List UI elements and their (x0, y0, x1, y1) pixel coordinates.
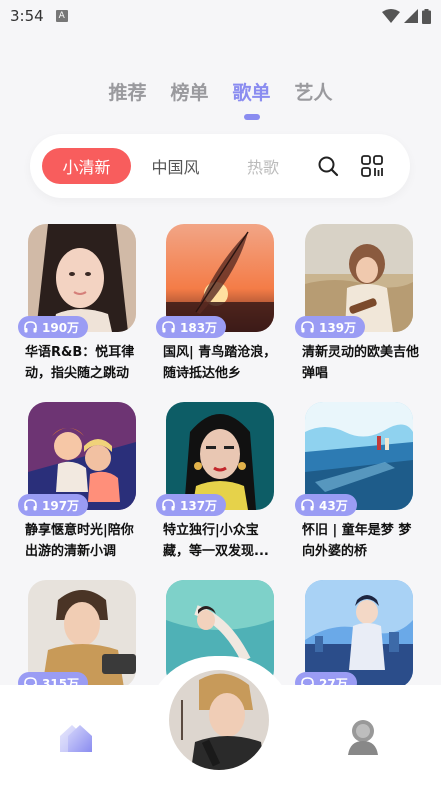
nav-profile-button[interactable] (346, 717, 380, 759)
headphones-icon (301, 321, 314, 333)
battery-icon (422, 8, 431, 24)
category-chinese-style[interactable]: 中国风 (131, 148, 220, 184)
headphones-icon (24, 321, 37, 333)
wifi-icon (382, 9, 400, 23)
profile-icon (348, 720, 378, 755)
headphones-icon (24, 499, 37, 511)
playlist-card[interactable]: 139万 清新灵动的欧美吉他弹唱 (295, 224, 419, 381)
playlist-card[interactable]: 197万 静享惬意时光|陪你出游的清新小调 (18, 402, 136, 559)
active-tab-indicator (243, 114, 260, 120)
play-count-badge: 183万 (156, 316, 227, 338)
tab-recommend[interactable]: 推荐 (108, 78, 146, 105)
play-count-badge: 190万 (18, 316, 89, 338)
status-time: 3:54 (10, 7, 44, 25)
playlist-title: 华语R&B：悦耳律动，指尖随之跳动 (25, 345, 135, 381)
playlist-title: 静享惬意时光|陪你出游的清新小调 (25, 523, 134, 559)
category-hot-songs[interactable]: 热歌 (220, 148, 306, 184)
headphones-icon (162, 499, 175, 511)
nav-home-button[interactable] (58, 722, 94, 758)
qr-scan-icon (361, 155, 383, 177)
headphones-icon (301, 499, 314, 511)
playlist-title: 清新灵动的欧美吉他弹唱 (302, 345, 420, 381)
search-button[interactable] (306, 144, 350, 188)
playlist-card[interactable]: 43万 怀旧 | 童年是梦 梦向外婆的桥 (295, 402, 413, 559)
play-count-badge: 197万 (18, 494, 89, 516)
playlist-card[interactable]: 315万 (18, 580, 136, 694)
top-tabs: 推荐 榜单 歌单 艺人 (0, 78, 441, 120)
play-count-badge: 43万 (295, 494, 357, 516)
category-bar: 小清新 中国风 热歌 (30, 134, 410, 198)
app-notification-icon: A (55, 10, 68, 22)
search-icon (318, 156, 339, 177)
playlist-title: 怀旧 | 童年是梦 梦向外婆的桥 (302, 523, 412, 559)
headphones-icon (162, 321, 175, 333)
play-count-badge: 139万 (295, 316, 366, 338)
now-playing-disc[interactable] (169, 670, 269, 770)
category-fresh[interactable]: 小清新 (42, 148, 131, 184)
playlist-card[interactable]: 183万 国风| 青鸟踏沧浪，随诗抵达他乡 (156, 224, 276, 381)
playlist-card[interactable]: 137万 特立独行|小众宝藏，等一双发现... (156, 402, 274, 559)
cellular-signal-icon (404, 9, 418, 23)
tab-artists[interactable]: 艺人 (295, 78, 333, 105)
playlist-card[interactable]: 190万 华语R&B：悦耳律动，指尖随之跳动 (18, 224, 136, 381)
tab-charts[interactable]: 榜单 (170, 78, 208, 105)
scan-button[interactable] (350, 144, 394, 188)
play-count-badge: 137万 (156, 494, 227, 516)
playlist-card[interactable]: 27万 (295, 580, 413, 694)
tab-playlists[interactable]: 歌单 (233, 78, 271, 120)
status-bar: 3:54 A (0, 0, 441, 32)
home-icon (60, 725, 92, 752)
playlist-title: 特立独行|小众宝藏，等一双发现... (163, 523, 269, 559)
playlist-title: 国风| 青鸟踏沧浪，随诗抵达他乡 (163, 345, 277, 381)
